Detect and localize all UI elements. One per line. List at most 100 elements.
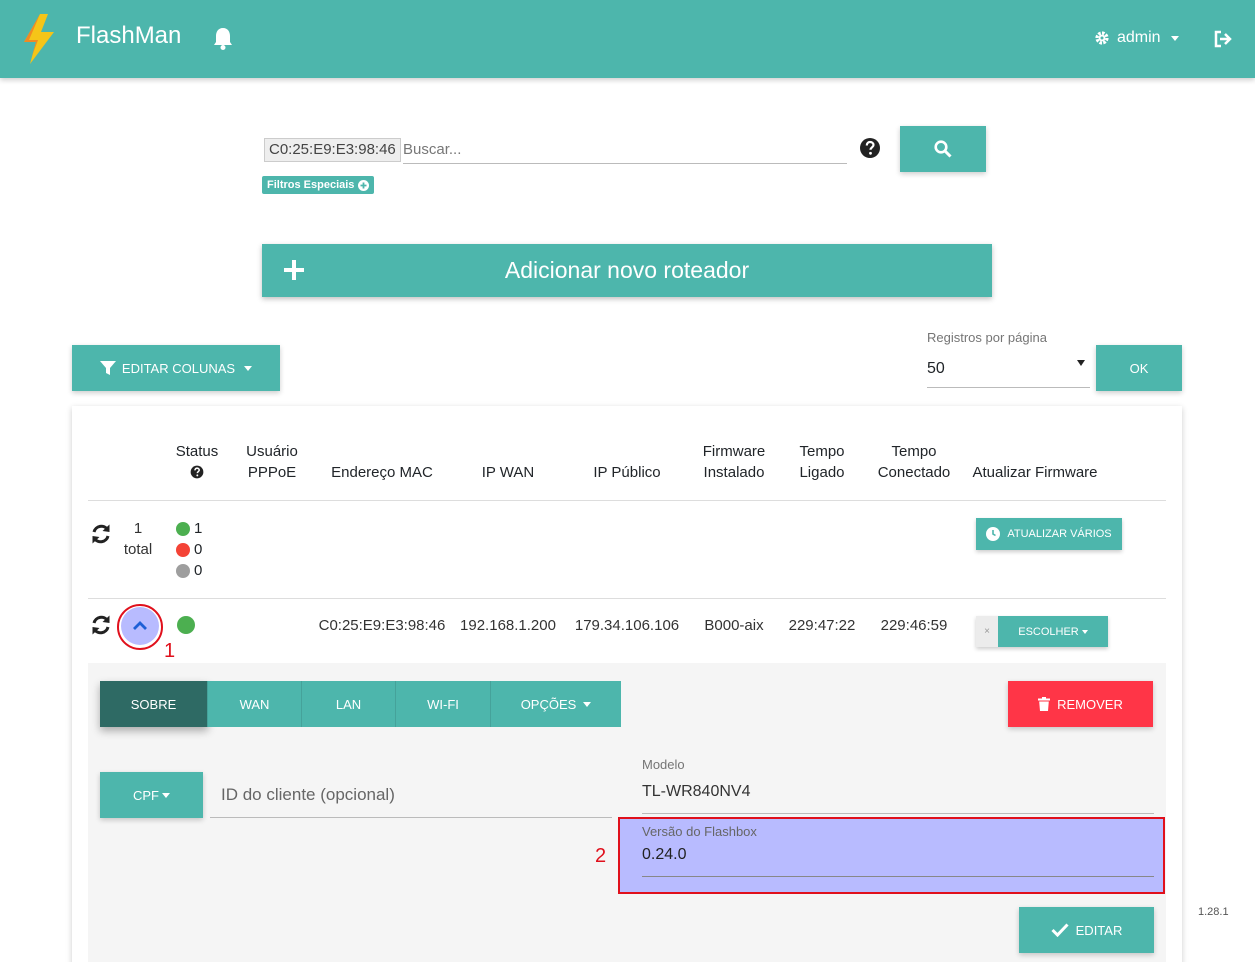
flashbox-underline	[642, 876, 1154, 877]
row-ip-wan: 192.168.1.200	[460, 617, 556, 634]
summary-total-label: total	[123, 541, 153, 558]
header-uptime-line2: Ligado	[799, 464, 845, 481]
caret-down-icon	[244, 365, 253, 371]
annotation-circle-1	[117, 604, 163, 650]
add-router-label: Adicionar novo roteador	[504, 257, 750, 283]
special-filters-label: Filtros Especiais	[267, 179, 355, 191]
search-button[interactable]	[900, 126, 986, 172]
add-router-button[interactable]: Adicionar novo roteador	[262, 244, 992, 297]
special-filters-button[interactable]: Filtros Especiais	[262, 176, 375, 194]
update-many-label: ATUALIZAR VÁRIOS	[1007, 528, 1112, 540]
chevron-down-icon	[1170, 35, 1179, 41]
header-pppoe-line2: PPPoE	[247, 464, 297, 481]
select-arrow-icon	[1077, 359, 1085, 366]
sync-icon[interactable]	[90, 523, 112, 545]
online-count: 1	[194, 520, 203, 537]
header-ip-wan: IP WAN	[481, 464, 535, 481]
clock-icon	[986, 527, 1001, 541]
bell-icon[interactable]	[212, 26, 234, 50]
filter-icon	[99, 361, 116, 375]
model-label: Modelo	[642, 757, 685, 772]
row-mac: C0:25:E9:E3:98:46	[318, 617, 446, 634]
header-firmware-line1: Firmware	[702, 443, 766, 460]
cpf-label: CPF	[133, 787, 159, 803]
logout-icon[interactable]	[1213, 29, 1233, 49]
header-mac: Endereço MAC	[331, 464, 433, 481]
row-ip-public: 179.34.106.106	[574, 617, 680, 634]
brand-name[interactable]: FlashMan	[76, 22, 181, 50]
gear-icon	[1095, 31, 1109, 45]
remove-label: REMOVER	[1057, 696, 1123, 712]
row-divider	[88, 598, 1166, 599]
flashman-logo[interactable]	[20, 14, 56, 64]
ok-button[interactable]: OK	[1096, 345, 1182, 391]
summary-online: 1	[176, 520, 202, 537]
summary-offline: 0	[176, 541, 202, 558]
header-update-firmware: Atualizar Firmware	[972, 464, 1098, 481]
row-connected: 229:46:59	[880, 617, 948, 634]
search-input[interactable]	[403, 136, 847, 164]
summary-count: 1	[133, 520, 143, 537]
tab-sobre[interactable]: SOBRE	[100, 681, 208, 727]
row-firmware: B000-aix	[704, 617, 764, 634]
header-firmware: Firmware Instalado	[694, 441, 774, 483]
app-version: 1.28.1	[1198, 906, 1229, 918]
tab-lan[interactable]: LAN	[302, 681, 396, 727]
help-icon[interactable]	[859, 137, 881, 159]
clear-firmware-button[interactable]: ×	[976, 616, 998, 647]
help-icon[interactable]	[190, 465, 204, 479]
header-pppoe: Usuário PPPoE	[236, 441, 308, 483]
header-ip-public: IP Público	[593, 464, 661, 481]
details-tabs: SOBRE WAN LAN WI-FI OPÇÕES	[100, 681, 621, 727]
edit-columns-label: EDITAR COLUNAS	[121, 360, 236, 376]
header-uptime: Tempo Ligado	[786, 441, 858, 483]
per-page-select[interactable]: 50	[927, 350, 1090, 388]
tab-opcoes-label: OPÇÕES	[520, 696, 577, 712]
update-many-button[interactable]: ATUALIZAR VÁRIOS	[976, 518, 1122, 550]
tab-wifi[interactable]: WI-FI	[396, 681, 491, 727]
plus-circle-icon	[358, 179, 370, 191]
online-dot	[176, 521, 190, 536]
tab-opcoes[interactable]: OPÇÕES	[491, 681, 621, 727]
edit-button[interactable]: EDITAR	[1019, 907, 1154, 953]
header-pppoe-line1: Usuário	[246, 443, 298, 460]
sync-icon[interactable]	[90, 614, 112, 636]
header-divider	[88, 500, 1166, 501]
client-id-input[interactable]	[210, 772, 612, 818]
unknown-dot	[176, 563, 190, 578]
summary-unknown: 0	[176, 562, 202, 579]
trash-icon	[1038, 697, 1051, 711]
search-mac-chip[interactable]: C0:25:E9:E3:98:46	[264, 138, 401, 162]
header-status-label: Status	[175, 443, 219, 460]
cpf-dropdown-button[interactable]: CPF	[100, 772, 203, 818]
search-icon	[934, 140, 952, 158]
header-connected: Tempo Conectado	[868, 441, 960, 483]
offline-dot	[176, 542, 190, 557]
flashbox-version-value: 0.24.0	[642, 846, 687, 863]
firmware-choose-group: × ESCOLHER	[976, 616, 1108, 647]
status-online-dot	[177, 616, 195, 634]
choose-firmware-button[interactable]: ESCOLHER	[998, 616, 1108, 647]
edit-columns-button[interactable]: EDITAR COLUNAS	[72, 345, 280, 391]
edit-label: EDITAR	[1075, 922, 1123, 938]
per-page-value: 50	[927, 359, 945, 377]
header-connected-line2: Conectado	[877, 464, 951, 481]
admin-menu[interactable]: admin	[1094, 29, 1179, 47]
model-value: TL-WR840NV4	[642, 783, 751, 800]
flashbox-version-label: Versão do Flashbox	[642, 824, 757, 839]
annotation-marker-1: 1	[164, 640, 176, 662]
model-underline	[642, 813, 1154, 814]
top-navbar: FlashMan admin	[0, 0, 1255, 78]
choose-firmware-label: ESCOLHER	[1018, 625, 1079, 638]
row-uptime: 229:47:22	[788, 617, 856, 634]
admin-username: admin	[1117, 29, 1161, 46]
header-connected-line1: Tempo	[891, 443, 937, 460]
unknown-count: 0	[194, 562, 203, 579]
remove-device-button[interactable]: REMOVER	[1008, 681, 1153, 727]
tab-wan[interactable]: WAN	[208, 681, 302, 727]
check-icon	[1051, 923, 1069, 937]
header-firmware-line2: Instalado	[703, 464, 765, 481]
header-uptime-line1: Tempo	[799, 443, 845, 460]
offline-count: 0	[194, 541, 203, 558]
caret-down-icon	[583, 701, 592, 707]
